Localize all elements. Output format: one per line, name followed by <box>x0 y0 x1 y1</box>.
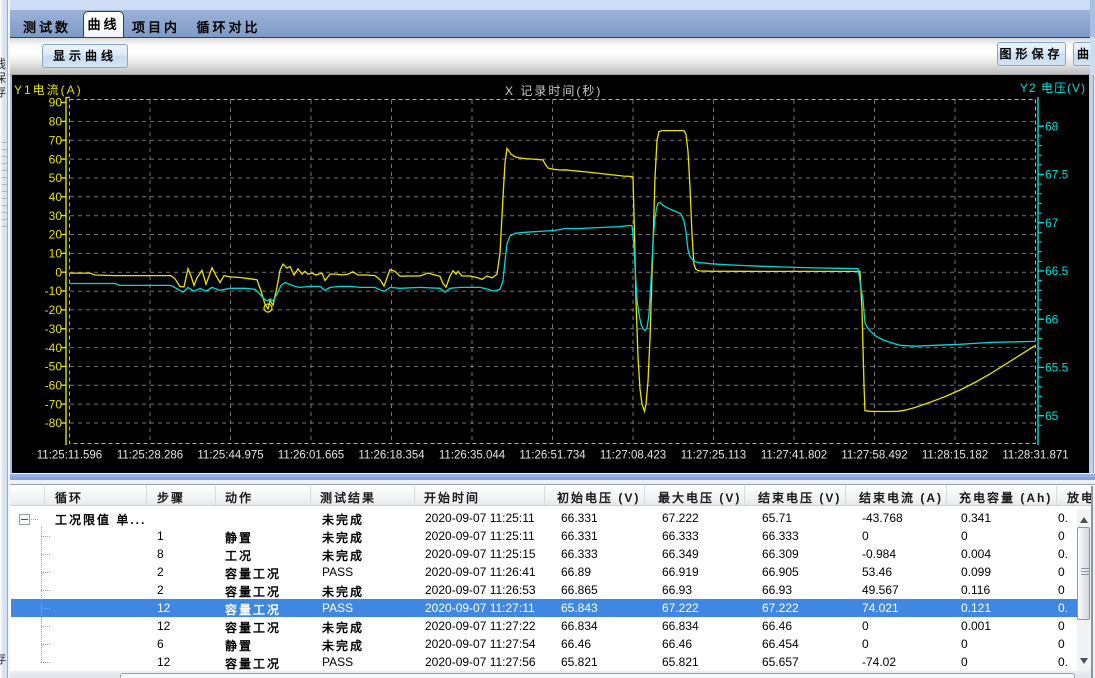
svg-text:90: 90 <box>49 96 63 110</box>
svg-text:30: 30 <box>49 209 63 223</box>
svg-text:-60: -60 <box>45 378 63 392</box>
svg-text:11:25:28.286: 11:25:28.286 <box>117 450 183 462</box>
svg-text:50: 50 <box>49 171 63 185</box>
svg-text:11:28:15.182: 11:28:15.182 <box>922 450 988 462</box>
svg-text:66: 66 <box>1045 312 1059 326</box>
svg-text:-70: -70 <box>45 397 63 411</box>
svg-text:-40: -40 <box>45 341 63 355</box>
svg-text:Y1电流(A): Y1电流(A) <box>14 83 83 97</box>
svg-text:67: 67 <box>1045 216 1059 230</box>
svg-text:11:28:31.871: 11:28:31.871 <box>1002 450 1068 462</box>
svg-text:80: 80 <box>49 115 63 129</box>
svg-text:11:26:51.734: 11:26:51.734 <box>519 450 586 462</box>
svg-text:66.5: 66.5 <box>1045 264 1069 278</box>
svg-text:65.5: 65.5 <box>1045 361 1069 375</box>
svg-text:68: 68 <box>1045 119 1059 133</box>
svg-text:11:26:01.665: 11:26:01.665 <box>278 450 344 462</box>
svg-text:11:27:58.492: 11:27:58.492 <box>841 450 907 462</box>
svg-text:20: 20 <box>49 228 63 242</box>
svg-text:0: 0 <box>55 265 62 279</box>
svg-text:-20: -20 <box>45 303 63 317</box>
svg-text:11:25:44.975: 11:25:44.975 <box>197 450 263 462</box>
svg-text:40: 40 <box>49 190 63 204</box>
svg-text:67.5: 67.5 <box>1045 168 1069 182</box>
svg-text:-10: -10 <box>45 284 63 298</box>
svg-text:Y2 电压(V): Y2 电压(V) <box>1020 81 1086 95</box>
svg-text:11:27:08.423: 11:27:08.423 <box>600 450 666 462</box>
svg-text:X 记录时间(秒): X 记录时间(秒) <box>505 84 602 98</box>
svg-text:-50: -50 <box>45 360 63 374</box>
svg-text:10: 10 <box>49 247 63 261</box>
svg-text:11:27:41.802: 11:27:41.802 <box>761 450 827 462</box>
svg-text:11:25:11.596: 11:25:11.596 <box>37 450 102 462</box>
svg-text:65: 65 <box>1045 409 1059 423</box>
svg-text:60: 60 <box>49 152 63 166</box>
svg-text:-80: -80 <box>45 416 63 430</box>
svg-text:-30: -30 <box>45 322 63 336</box>
svg-text:11:26:35.044: 11:26:35.044 <box>439 450 506 462</box>
svg-text:11:26:18.354: 11:26:18.354 <box>358 450 425 462</box>
svg-text:11:27:25.113: 11:27:25.113 <box>681 450 746 462</box>
svg-text:70: 70 <box>49 133 63 147</box>
